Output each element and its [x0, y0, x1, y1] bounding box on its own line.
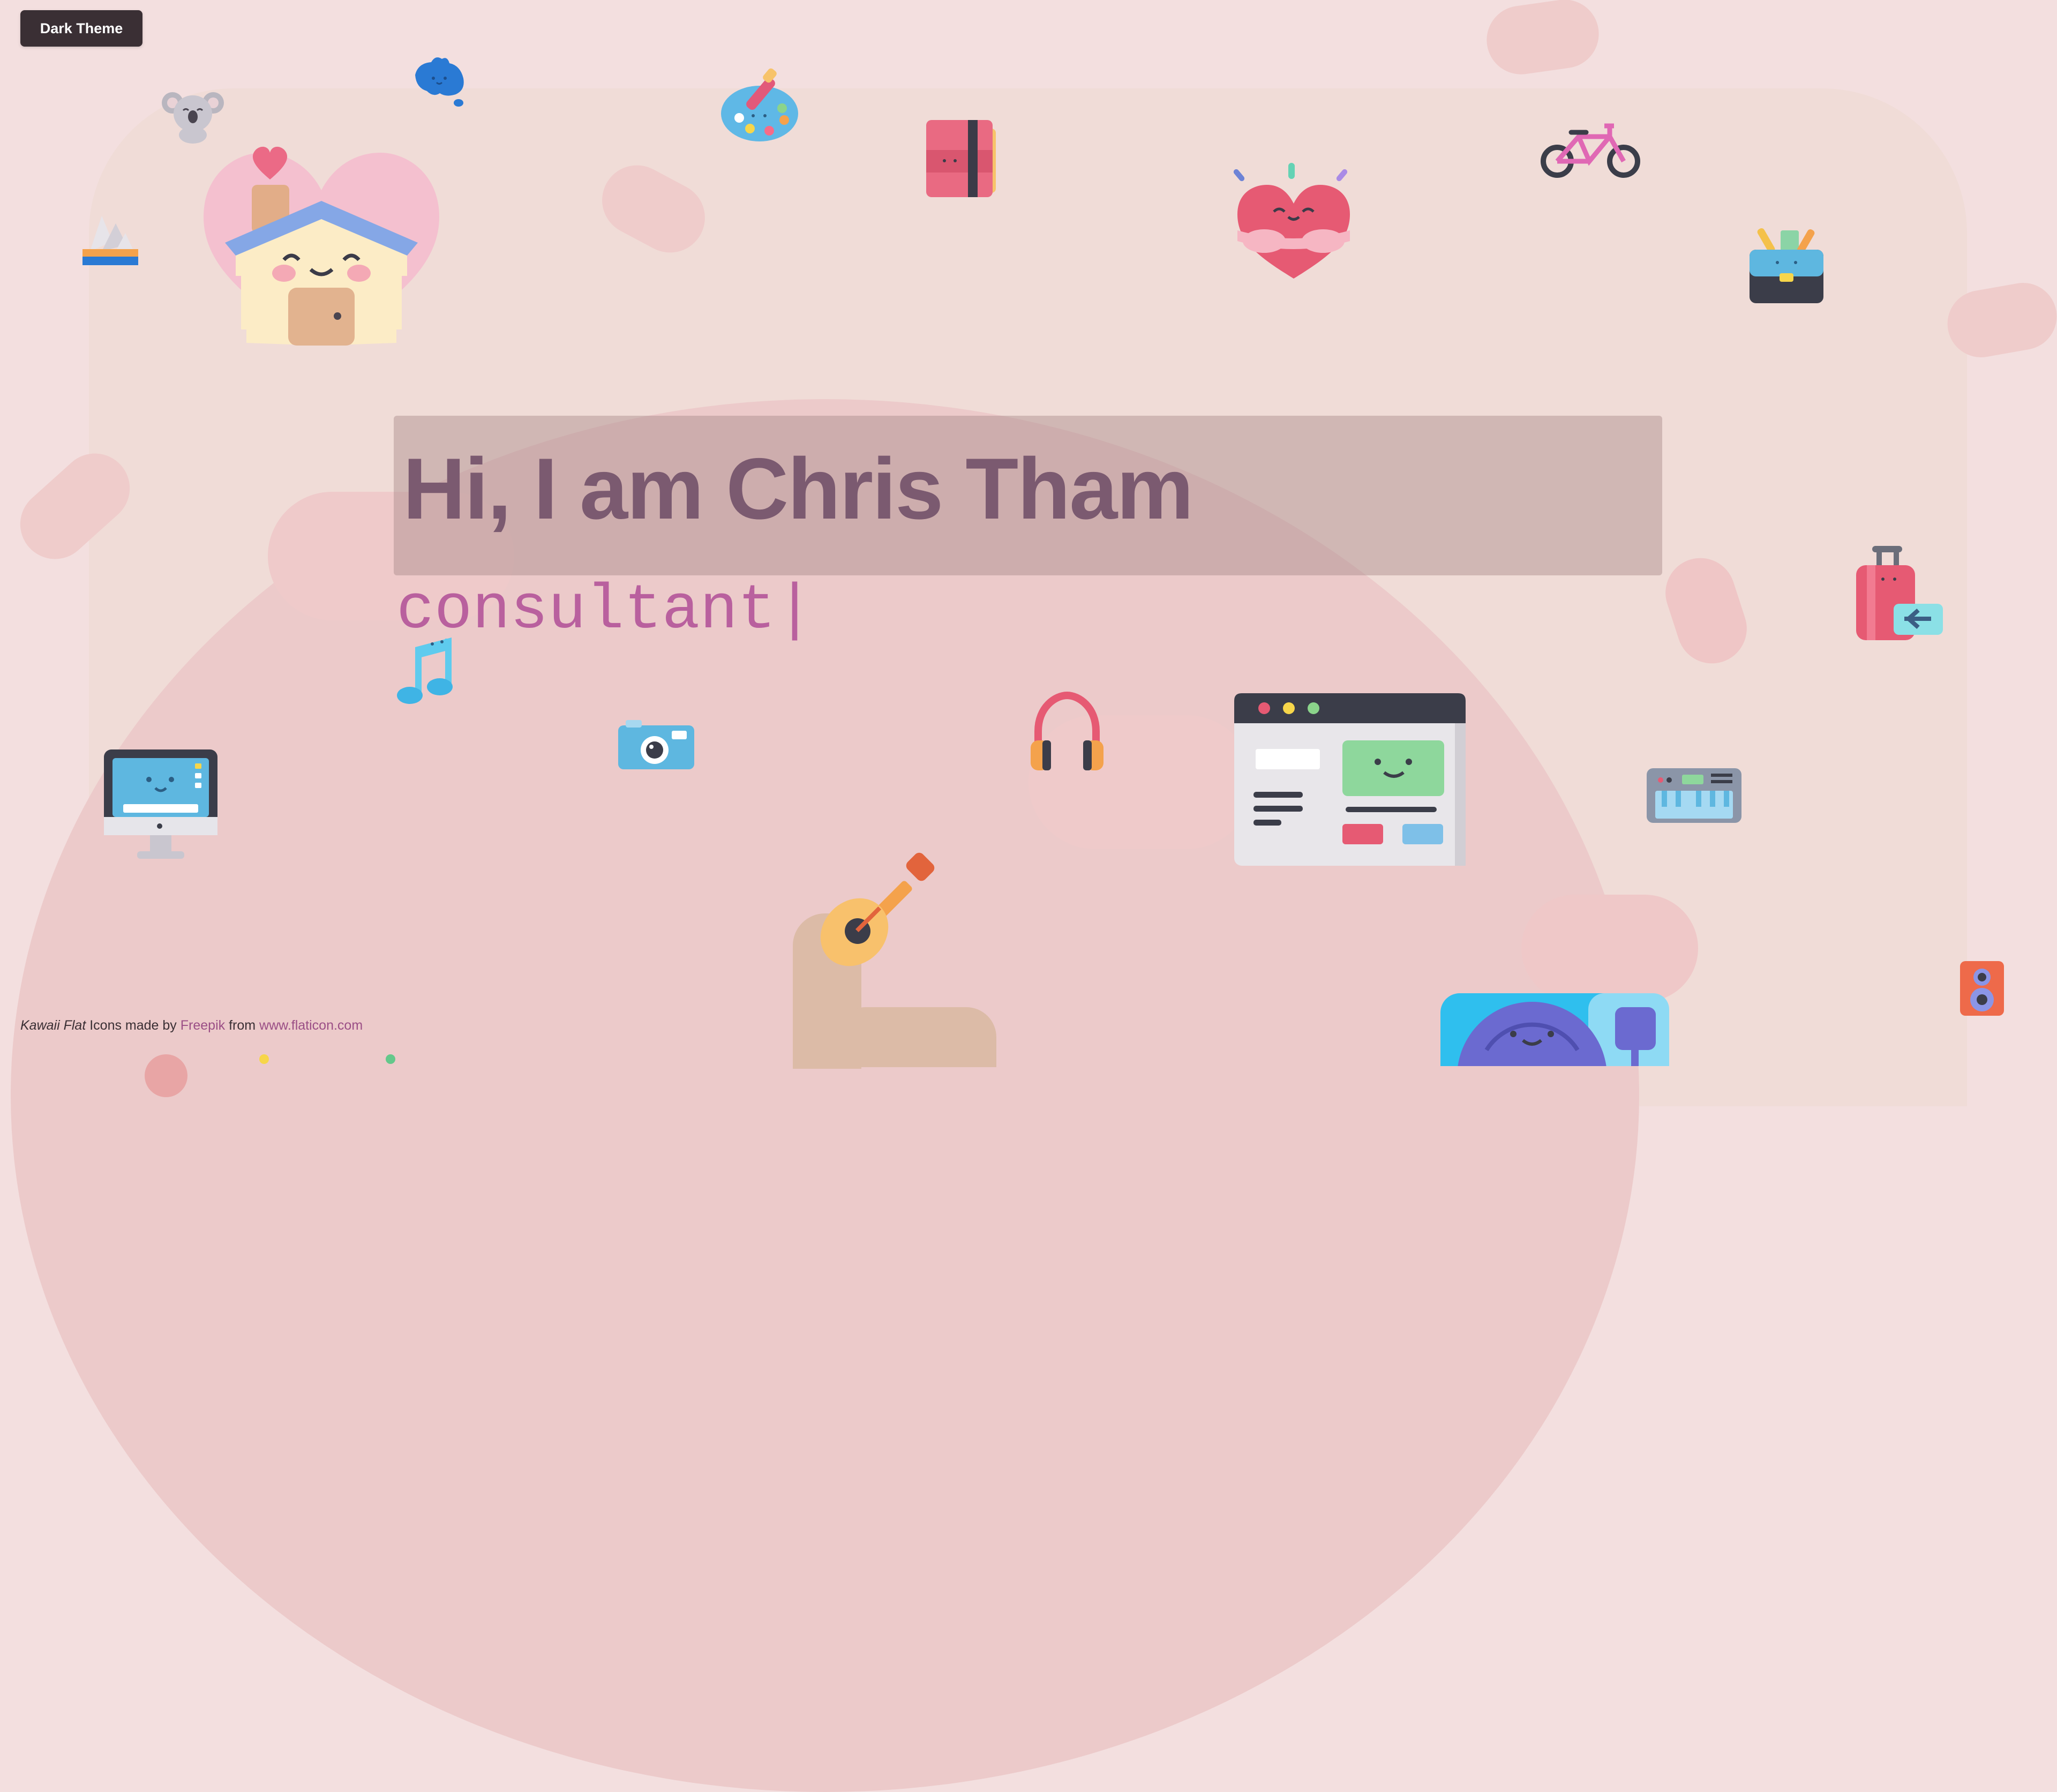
- bicycle-icon: [1541, 123, 1640, 178]
- briefcase-icon: [1750, 228, 1823, 303]
- dark-theme-button[interactable]: Dark Theme: [20, 10, 142, 47]
- page-title: Hi, I am Chris Tham: [403, 440, 1193, 537]
- opera-house-icon: [82, 216, 138, 265]
- book-icon: [926, 120, 996, 197]
- australia-map-icon: [415, 57, 464, 107]
- decor-dot: [386, 1054, 395, 1064]
- decor-dot: [145, 1054, 187, 1097]
- headphones-icon: [1031, 691, 1103, 770]
- vinyl-icon: [1440, 993, 1669, 1066]
- koala-icon: [162, 92, 224, 144]
- computer-icon: [104, 749, 217, 859]
- decor-blob: [1521, 895, 1698, 1002]
- freepik-link[interactable]: Freepik: [181, 1018, 225, 1033]
- credits: Kawaii Flat Icons made by Freepik from w…: [20, 1018, 363, 1033]
- credits-brand: Kawaii Flat: [20, 1018, 86, 1033]
- decor-shape: [836, 1007, 996, 1067]
- background-arc: [11, 399, 1639, 1792]
- credits-from: from: [229, 1018, 256, 1033]
- suitcase-icon: [1856, 546, 1943, 640]
- guitar-icon: [820, 852, 935, 966]
- flaticon-link[interactable]: www.flaticon.com: [259, 1018, 363, 1033]
- camera-icon: [618, 720, 694, 769]
- credits-text: Icons made by: [89, 1018, 177, 1033]
- heart-house-icon: [204, 146, 439, 346]
- keyboard-icon: [1647, 768, 1741, 823]
- palette-icon: [721, 68, 798, 141]
- decor-blob: [1482, 0, 1603, 79]
- typed-role-text: consultant|: [396, 575, 814, 647]
- speaker-icon: [1960, 961, 2004, 1016]
- decor-dot: [259, 1054, 269, 1064]
- browser-window-icon: [1234, 693, 1466, 866]
- hugging-heart-icon: [1233, 163, 1350, 279]
